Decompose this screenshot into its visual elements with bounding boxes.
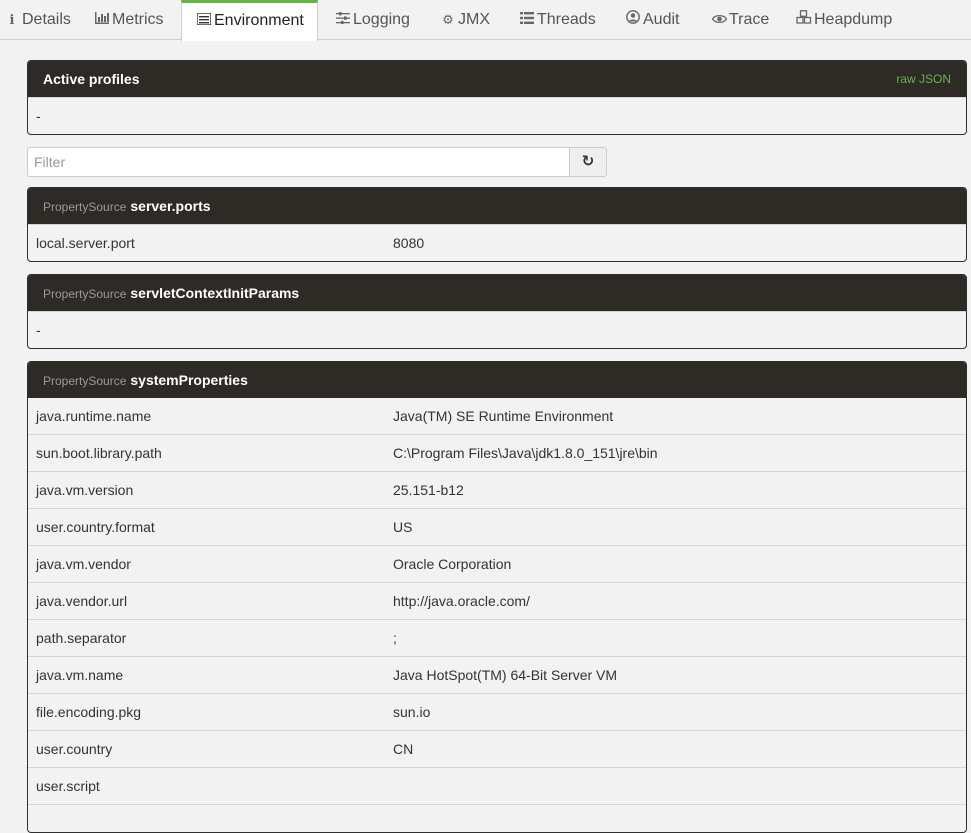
table-row: file.encoding.pkg sun.io — [28, 693, 966, 730]
tab-label: Metrics — [112, 11, 164, 28]
property-key: local.server.port — [36, 235, 135, 251]
refresh-icon: ↻ — [581, 153, 595, 170]
table-row: java.vm.name Java HotSpot(TM) 64-Bit Serv… — [28, 656, 966, 693]
raw-json-link[interactable]: raw JSON — [896, 61, 951, 97]
tab-audit[interactable]: Audit — [625, 0, 679, 40]
cubes-icon — [796, 0, 812, 40]
list-item: - — [28, 97, 966, 134]
property-value: ; — [393, 630, 397, 646]
info-icon: i — [9, 13, 15, 28]
tab-environment[interactable]: Environment — [181, 0, 318, 41]
property-value: Oracle Corporation — [393, 556, 512, 572]
tab-logging[interactable]: Logging — [335, 0, 410, 40]
tab-label: Heapdump — [814, 11, 893, 28]
tab-label: Environment — [214, 12, 304, 29]
tab-bar: i Details Metrics Environment Logging ⚙ JM… — [0, 0, 971, 41]
sliders-icon — [335, 0, 351, 40]
property-source-name: server.ports — [130, 198, 211, 214]
property-source-prefix: PropertySource — [43, 287, 127, 301]
tab-details[interactable]: i Details — [4, 0, 71, 40]
table-row: java.vm.version 25.151-b12 — [28, 471, 966, 508]
eye-icon — [711, 0, 727, 40]
tab-trace[interactable]: Trace — [711, 0, 769, 40]
lines-icon — [519, 0, 535, 40]
property-key: java.vm.version — [36, 482, 134, 498]
property-value: http://java.oracle.com/ — [393, 593, 530, 609]
property-source-panel: PropertySource server.ports local.server.… — [27, 187, 967, 262]
refresh-button[interactable]: ↻ — [570, 147, 607, 177]
property-key: user.script — [36, 778, 100, 794]
list-icon — [196, 3, 212, 39]
table-row: user.script — [28, 767, 966, 804]
profiles-value: - — [36, 108, 41, 124]
tab-label: Audit — [643, 11, 680, 28]
panel-header: PropertySource servletContextInitParams — [28, 275, 966, 311]
property-empty: - — [36, 322, 41, 338]
property-value: sun.io — [393, 704, 431, 720]
property-key: java.vm.name — [36, 667, 124, 683]
property-value: Java(TM) SE Runtime Environment — [393, 408, 614, 424]
property-value: 8080 — [393, 235, 425, 251]
tab-heapdump[interactable]: Heapdump — [796, 0, 892, 40]
property-source-name: systemProperties — [130, 372, 248, 388]
property-value: C:\Program Files\Java\jdk1.8.0_151\jre\b… — [393, 445, 658, 461]
panel-header: PropertySource systemProperties — [28, 362, 966, 398]
table-row: java.runtime.name Java(TM) SE Runtime Env… — [28, 398, 966, 434]
property-key: java.vendor.url — [36, 593, 128, 609]
table-row: java.vm.vendor Oracle Corporation — [28, 545, 966, 582]
cogs-icon: ⚙ — [442, 12, 454, 27]
tab-threads[interactable]: Threads — [519, 0, 596, 40]
tab-jmx[interactable]: ⚙ JMX — [440, 0, 490, 40]
filter-input[interactable] — [27, 147, 570, 177]
panel-title: Active profiles — [43, 71, 140, 87]
tab-metrics[interactable]: Metrics — [94, 0, 164, 40]
table-row: java.vendor.url http://java.oracle.com/ — [28, 582, 966, 619]
table-row: path.separator; — [28, 619, 966, 656]
property-source-name: servletContextInitParams — [130, 285, 300, 301]
property-value: CN — [393, 741, 414, 757]
property-value: US — [393, 519, 413, 535]
property-source-prefix: PropertySource — [43, 374, 127, 388]
filter-group: ↻ — [27, 147, 607, 177]
property-table: java.runtime.name Java(TM) SE Runtime Env… — [28, 398, 966, 832]
tab-label: Threads — [537, 11, 596, 28]
property-key: path.separator — [36, 630, 127, 646]
property-key: user.country.format — [36, 519, 155, 535]
property-source-panel: PropertySource servletContextInitParams - — [27, 274, 967, 349]
table-row: user.country CN — [28, 730, 966, 767]
panel-header: PropertySource server.ports — [28, 188, 966, 224]
panel-header: Active profiles raw JSON — [28, 61, 966, 97]
property-value: Java HotSpot(TM) 64-Bit Server VM — [393, 667, 618, 683]
property-key: sun.boot.library.path — [36, 445, 162, 461]
bar-chart-icon — [94, 0, 110, 40]
tab-label: Logging — [353, 11, 410, 28]
table-row: user.country.format US — [28, 508, 966, 545]
user-circle-icon — [625, 0, 641, 40]
table-row: - — [28, 311, 966, 348]
property-value: 25.151-b12 — [393, 482, 464, 498]
property-key: java.runtime.name — [36, 408, 152, 424]
tab-label: JMX — [458, 11, 490, 28]
active-profiles-panel: Active profiles raw JSON - — [27, 60, 967, 135]
property-source-prefix: PropertySource — [43, 200, 127, 214]
table-row: sun.boot.library.path C:\Program Files\Ja… — [28, 434, 966, 471]
tab-label: Details — [22, 11, 71, 28]
property-source-panel: PropertySource systemProperties java.runt… — [27, 361, 967, 833]
property-key: file.encoding.pkg — [36, 704, 142, 720]
property-key: java.vm.vendor — [36, 556, 131, 572]
property-key: user.country — [36, 741, 113, 757]
table-row: local.server.port 8080 — [28, 224, 966, 261]
table-row — [28, 804, 966, 832]
tab-label: Trace — [729, 11, 770, 28]
